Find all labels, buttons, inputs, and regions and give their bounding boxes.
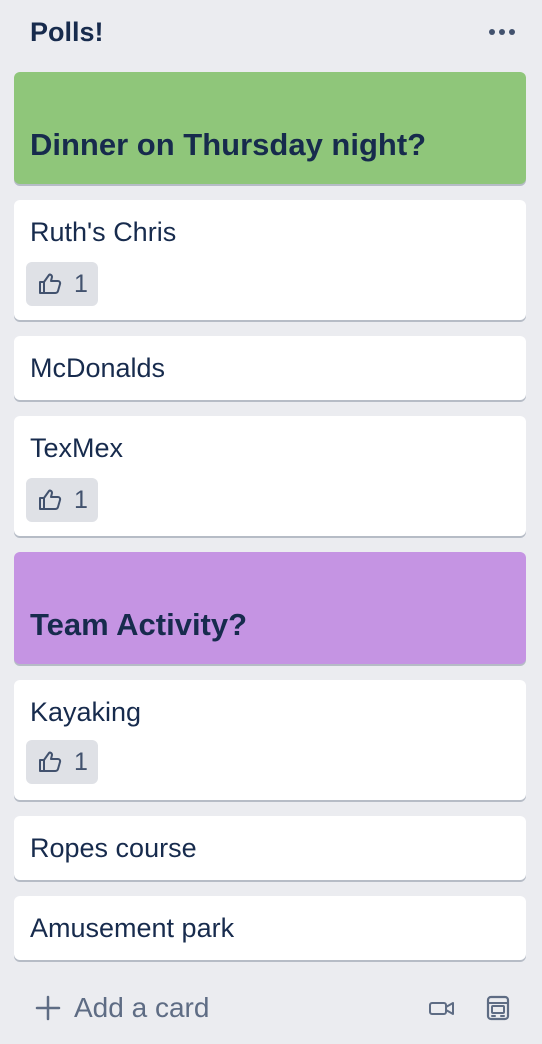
list-header: Polls! [0,0,542,64]
create-from-template-button[interactable] [482,992,514,1024]
poll-option-label: McDonalds [30,353,166,383]
poll-option-card[interactable]: Ropes course [14,816,526,880]
thumbs-up-icon [39,273,62,294]
thumbs-up-icon [39,751,62,772]
poll-option-label: Amusement park [30,913,235,943]
add-card-button[interactable]: Add a card [34,988,209,1028]
poll-option-label: Ruth's Chris [30,217,177,247]
poll-option-card[interactable]: Kayaking 1 [14,680,526,800]
poll-question-card[interactable]: Team Activity? [14,552,526,664]
plus-icon [35,995,61,1021]
vote-badge[interactable]: 1 [26,478,98,522]
vote-badge[interactable]: 1 [26,262,98,306]
list-footer: Add a card [0,980,542,1036]
poll-option-card[interactable]: Amusement park [14,896,526,960]
template-icon [486,995,510,1021]
poll-option-label: TexMex [30,433,124,463]
vote-count: 1 [74,747,88,776]
poll-option-card[interactable]: Ruth's Chris 1 [14,200,526,320]
vote-count: 1 [74,269,88,298]
list-menu-button[interactable] [482,16,522,48]
poll-option-card[interactable]: McDonalds [14,336,526,400]
video-camera-icon [429,1002,454,1015]
poll-option-card[interactable]: TexMex 1 [14,416,526,536]
vote-badge[interactable]: 1 [26,740,98,784]
vote-count: 1 [74,485,88,514]
thumbs-up-icon [39,489,62,510]
poll-question-title: Dinner on Thursday night? [30,127,427,162]
poll-option-label: Ropes course [30,833,197,863]
ellipsis-icon [489,29,515,35]
list-title[interactable]: Polls! [30,14,104,50]
poll-option-label: Kayaking [30,697,142,727]
video-button[interactable] [426,992,458,1024]
poll-question-card[interactable]: Dinner on Thursday night? [14,72,526,184]
poll-question-title: Team Activity? [30,607,248,642]
add-card-label: Add a card [74,992,210,1023]
